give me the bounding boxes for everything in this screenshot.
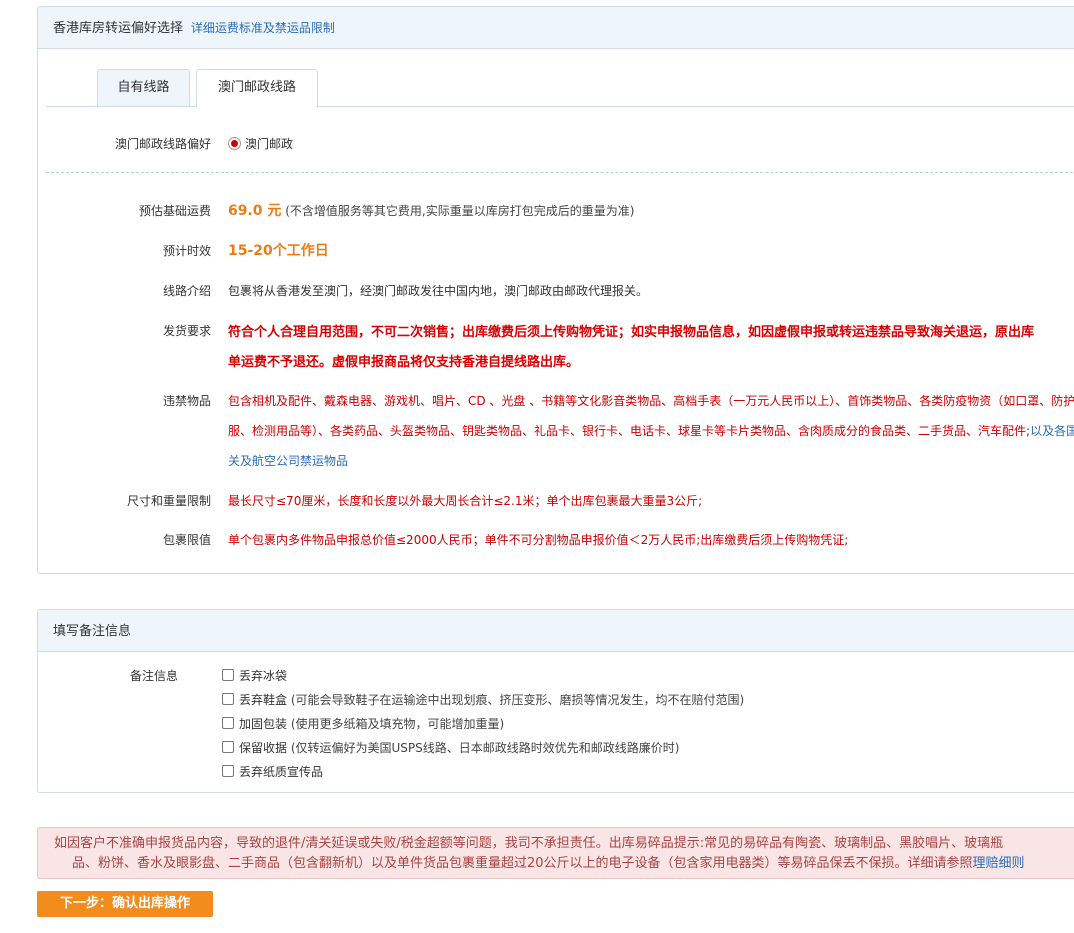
disclaimer-line-2-wrap: 品、粉饼、香水及眼影盘、二手商品（包含翻新机）以及单件货品包裹重量超过20公斤以… — [54, 854, 1074, 874]
size-value: 最长尺寸≤70厘米，长度和长度以外最大周长合计≤2.1米；单个出库包裹最大重量3… — [228, 494, 703, 508]
notes-panel-header: 填写备注信息 — [38, 610, 1074, 652]
section-divider — [46, 172, 1074, 173]
prohibited-line-2-customs: 以及各国海 — [1030, 424, 1074, 438]
tab-own-route[interactable]: 自有线路 — [97, 69, 190, 106]
note-option-label: 加固包装 — [239, 717, 288, 731]
tab-macau-post-route[interactable]: 澳门邮政线路 — [196, 69, 318, 107]
fee-value-group: 69.0 元 (不含增值服务等其它费用,实际重量以库房打包完成后的重量为准) — [228, 200, 634, 220]
fee-note: (不含增值服务等其它费用,实际重量以库房打包完成后的重量为准) — [285, 204, 635, 218]
note-option-discard-shoe-box[interactable]: 丢弃鞋盒 (可能会导致鞋子在运输途中出现划痕、挤压变形、磨损等情况发生，均不在赔… — [222, 691, 744, 708]
shipping-rules-link[interactable]: 详细运费标准及禁运品限制 — [191, 21, 335, 35]
fee-label: 预估基础运费 — [138, 204, 211, 218]
page: 香港库房转运偏好选择 详细运费标准及禁运品限制 自有线路 澳门邮政线路 澳门邮政… — [0, 0, 1074, 933]
prohibited-line-1: 包含相机及配件、戴森电器、游戏机、唱片、CD 、光盘 、书籍等文化影音类物品、高… — [228, 394, 1074, 408]
route-preference-panel: 香港库房转运偏好选择 详细运费标准及禁运品限制 自有线路 澳门邮政线路 澳门邮政… — [37, 6, 1074, 574]
time-value: 15-20个工作日 — [228, 243, 329, 259]
fee-value: 69.0 元 — [228, 203, 282, 219]
route-tabs: 自有线路 澳门邮政线路 — [46, 69, 1074, 107]
route-panel-title: 香港库房转运偏好选择 — [53, 21, 184, 36]
intro-label: 线路介绍 — [162, 284, 211, 298]
checkbox-icon[interactable] — [222, 693, 234, 705]
macau-post-radio-label: 澳门邮政 — [245, 137, 294, 151]
prohibited-line-2-items: 服、检测用品等）、各类药品、头盔类物品、钥匙类物品、礼品卡、银行卡、电话卡、球星… — [228, 424, 1031, 438]
note-option-description: (可能会导致鞋子在运输途中出现划痕、挤压变形、磨损等情况发生，均不在赔付范围) — [290, 693, 745, 707]
time-label: 预计时效 — [162, 244, 211, 258]
limit-value: 单个包裹内多件物品申报总价值≤2000人民币；单件不可分割物品申报价值＜2万人民… — [228, 533, 849, 547]
notes-label: 备注信息 — [129, 669, 178, 683]
note-option-discard-flyers[interactable]: 丢弃纸质宣传品 — [222, 763, 323, 780]
prohibited-label: 违禁物品 — [162, 394, 211, 408]
note-option-label: 丢弃纸质宣传品 — [239, 765, 324, 779]
disclaimer-line-2: 品、粉饼、香水及眼影盘、二手商品（包含翻新机）以及单件货品包裹重量超过20公斤以… — [72, 856, 973, 871]
note-option-description: (使用更多纸箱及填充物，可能增加重量) — [290, 717, 505, 731]
note-option-discard-ice-pack[interactable]: 丢弃冰袋 — [222, 667, 287, 684]
note-option-label: 丢弃鞋盒 — [239, 693, 288, 707]
prohibited-line-3: 关及航空公司禁运物品 — [228, 454, 349, 468]
preference-label: 澳门邮政线路偏好 — [114, 137, 211, 151]
note-option-label: 保留收据 — [239, 741, 288, 755]
note-option-keep-receipt[interactable]: 保留收据 (仅转运偏好为美国USPS线路、日本邮政线路时效优先和邮政线路廉价时) — [222, 739, 679, 756]
macau-post-radio[interactable]: 澳门邮政 — [228, 135, 293, 152]
route-panel-header: 香港库房转运偏好选择 详细运费标准及禁运品限制 — [38, 7, 1074, 49]
disclaimer-line-1: 如因客户不准确申报货品内容，导致的退件/清关延误或失败/税金超额等问题，我司不承… — [54, 836, 1004, 851]
radio-selected-icon[interactable] — [228, 137, 241, 150]
requirement-line-2: 单运费不予退还。虚假申报商品将仅支持香港自提线路出库。 — [228, 355, 580, 370]
note-option-label: 丢弃冰袋 — [239, 669, 288, 683]
disclaimer-alert: 如因客户不准确申报货品内容，导致的退件/清关延误或失败/税金超额等问题，我司不承… — [37, 827, 1074, 879]
note-option-reinforce-packing[interactable]: 加固包装 (使用更多纸箱及填充物，可能增加重量) — [222, 715, 504, 732]
confirm-outbound-button[interactable]: 下一步：确认出库操作 — [37, 891, 213, 917]
notes-panel-title: 填写备注信息 — [53, 624, 132, 639]
checkbox-icon[interactable] — [222, 669, 234, 681]
requirement-line-1: 符合个人合理自用范围，不可二次销售；出库缴费后须上传购物凭证；如实申报物品信息，… — [228, 325, 1035, 340]
limit-label: 包裹限值 — [162, 533, 211, 547]
intro-value: 包裹将从香港发至澳门，经澳门邮政发往中国内地，澳门邮政由邮政代理报关。 — [228, 284, 649, 298]
size-label: 尺寸和重量限制 — [126, 494, 211, 508]
claims-rules-link[interactable]: 理赔细则 — [973, 856, 1025, 871]
checkbox-icon[interactable] — [222, 741, 234, 753]
note-option-description: (仅转运偏好为美国USPS线路、日本邮政线路时效优先和邮政线路廉价时) — [290, 741, 680, 755]
checkbox-icon[interactable] — [222, 717, 234, 729]
prohibited-line-2: 服、检测用品等）、各类药品、头盔类物品、钥匙类物品、礼品卡、银行卡、电话卡、球星… — [228, 422, 1074, 439]
requirement-label: 发货要求 — [162, 324, 211, 338]
checkbox-icon[interactable] — [222, 765, 234, 777]
notes-panel: 填写备注信息 备注信息 丢弃冰袋 丢弃鞋盒 (可能会导致鞋子在运输途中出现划痕、… — [37, 609, 1074, 793]
